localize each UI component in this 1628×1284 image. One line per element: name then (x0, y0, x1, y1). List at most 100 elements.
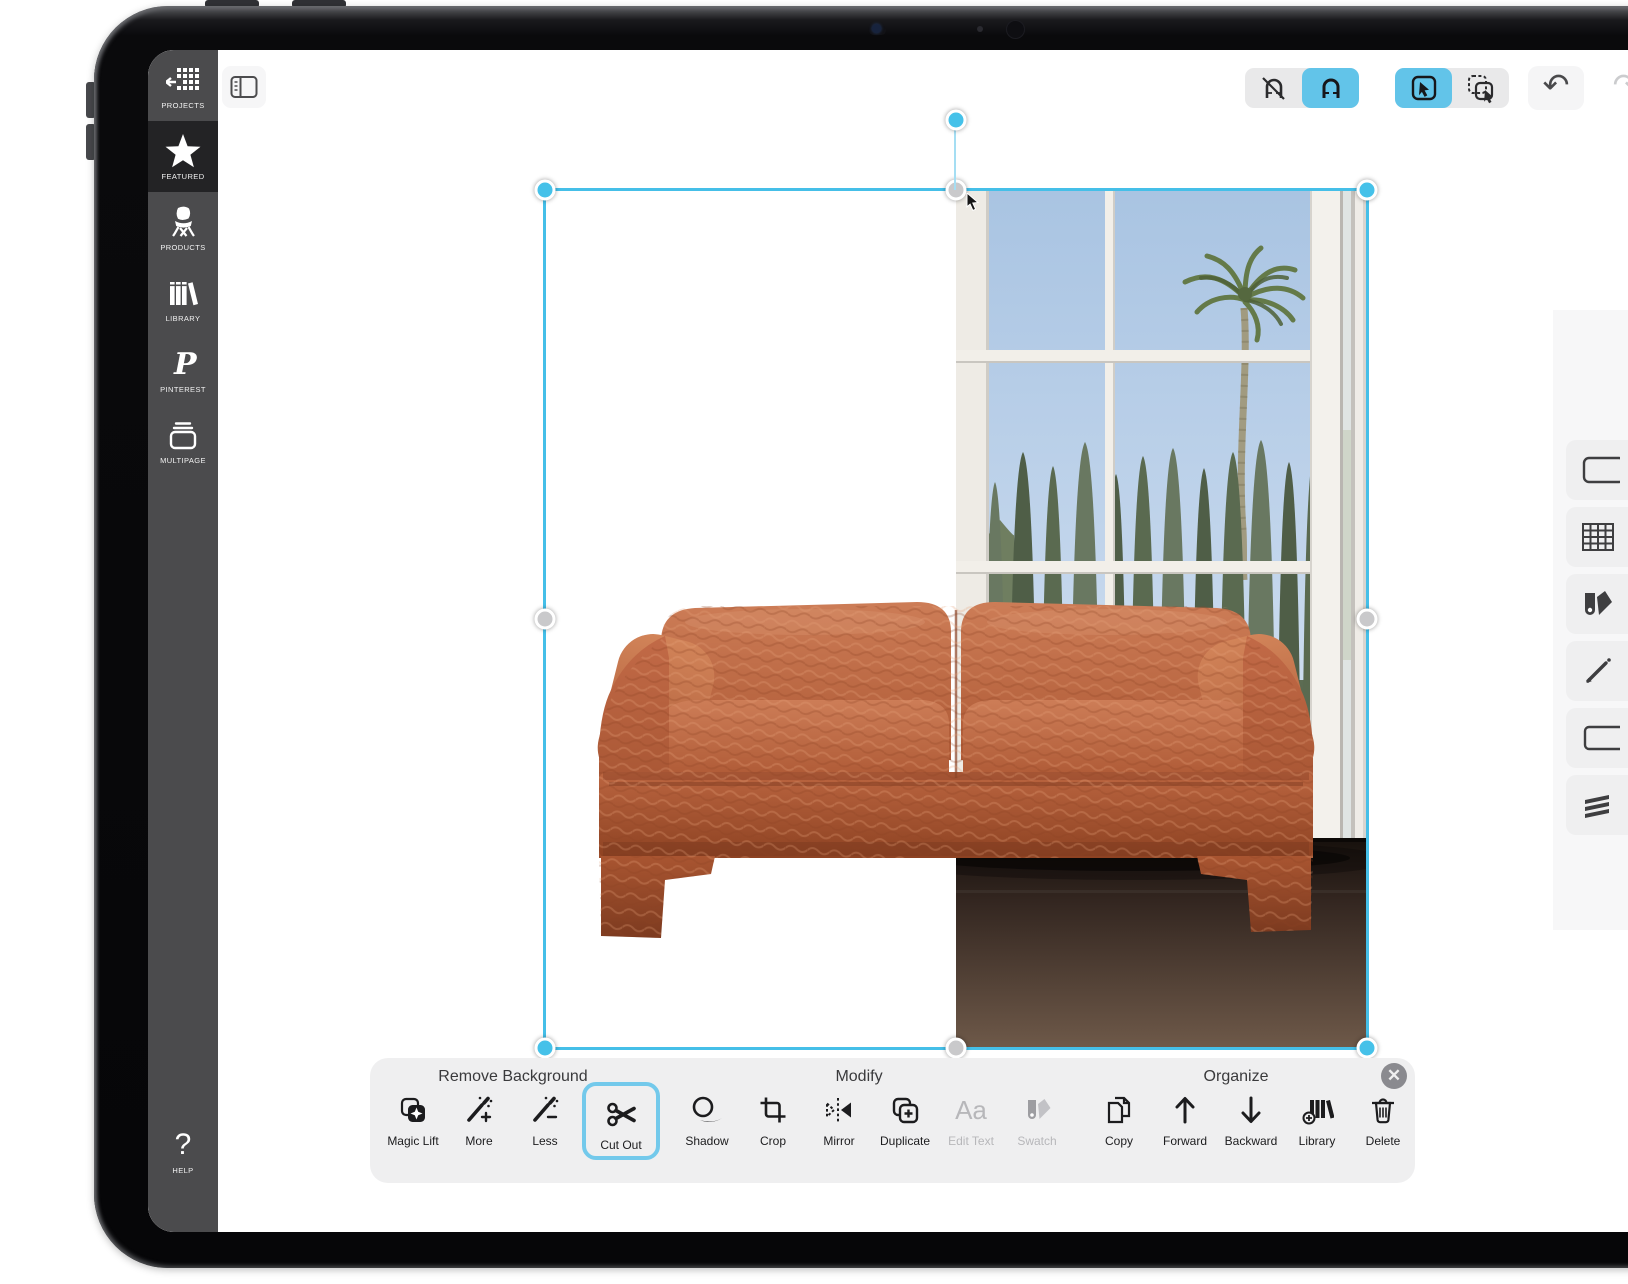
board-canvas[interactable] (148, 50, 1628, 1232)
resize-handle-top-center[interactable] (946, 180, 967, 201)
resize-handle-top-left[interactable] (535, 180, 556, 201)
library-books-icon (165, 274, 201, 312)
sidebar-item-featured[interactable]: FEATURED (148, 121, 218, 192)
frame-tool-button[interactable] (1566, 708, 1628, 768)
less-button[interactable]: Less (512, 1088, 578, 1148)
library-button[interactable]: Library (1284, 1088, 1350, 1148)
screenshot-root: { "colors": { "accent_blue": "#62c4e9", … (0, 0, 1628, 1284)
select-cursor-icon (1409, 73, 1439, 103)
button-label: More (465, 1134, 492, 1148)
close-toolbar-button[interactable]: ✕ (1381, 1063, 1407, 1089)
delete-button[interactable]: Delete (1350, 1088, 1416, 1148)
resize-handle-bottom-left[interactable] (535, 1038, 556, 1059)
backward-button[interactable]: Backward (1218, 1088, 1284, 1148)
button-label: Copy (1105, 1134, 1133, 1148)
multi-select-tool-button[interactable] (1452, 68, 1509, 108)
duplicate-icon (889, 1088, 921, 1132)
copy-icon (1103, 1088, 1135, 1132)
section-label-modify: Modify (835, 1068, 882, 1086)
resize-handle-mid-left[interactable] (535, 609, 556, 630)
more-button[interactable]: More (446, 1088, 512, 1148)
wand-plus-icon (463, 1088, 495, 1132)
edit-text-icon: Aa (955, 1088, 987, 1132)
grid-tool-button[interactable] (1566, 507, 1628, 567)
help-icon: ? (175, 1126, 192, 1164)
scissors-icon (604, 1092, 638, 1136)
sidebar-item-label: PRODUCTS (160, 243, 205, 252)
button-label: Edit Text (948, 1134, 994, 1148)
swatch-icon (1021, 1088, 1053, 1132)
redo-button[interactable]: ↷ (1597, 66, 1628, 110)
magnet-on-button[interactable] (1302, 68, 1359, 108)
sidebar-item-label: FEATURED (161, 172, 204, 181)
products-chair-icon (166, 203, 200, 241)
magnet-on-icon (1316, 73, 1346, 103)
copy-button[interactable]: Copy (1086, 1088, 1152, 1148)
shadow-button[interactable]: Shadow (674, 1088, 740, 1148)
sidebar-item-multipage[interactable]: MULTIPAGE (148, 405, 218, 476)
arrow-down-icon (1236, 1088, 1266, 1132)
undo-button[interactable]: ↶ (1528, 66, 1584, 110)
button-label: Forward (1163, 1134, 1207, 1148)
button-label: Shadow (685, 1134, 728, 1148)
svg-text:P: P (173, 347, 198, 382)
resize-handle-bottom-right[interactable] (1357, 1038, 1378, 1059)
selected-image-frame[interactable] (545, 190, 1367, 1048)
projects-grid-icon (166, 61, 200, 99)
button-label: Delete (1366, 1134, 1401, 1148)
sensor-dot (977, 26, 983, 32)
crop-button[interactable]: Crop (740, 1088, 806, 1148)
rotation-handle-line (954, 120, 956, 190)
button-label: Mirror (823, 1134, 854, 1148)
sidebar-item-projects[interactable]: PROJECTS (148, 50, 218, 121)
resize-handle-bottom-center[interactable] (946, 1038, 967, 1059)
sidebar-item-products[interactable]: PRODUCTS (148, 192, 218, 263)
context-toolbar: Remove Background Modify Organize ✕ Magi… (370, 1058, 1415, 1183)
forward-button[interactable]: Forward (1152, 1088, 1218, 1148)
magic-lift-button[interactable]: Magic Lift (380, 1088, 446, 1148)
grid-icon (1580, 520, 1616, 554)
sidebar-item-help[interactable]: ? HELP (148, 1115, 218, 1186)
button-label: Duplicate (880, 1134, 930, 1148)
button-label: Crop (760, 1134, 786, 1148)
pinterest-icon: P (166, 345, 200, 383)
mirror-button[interactable]: Mirror (806, 1088, 872, 1148)
photo-frame-icon (1580, 453, 1620, 487)
mouse-cursor-icon (966, 193, 982, 213)
shadow-icon (690, 1088, 724, 1132)
pen-tool-button[interactable] (1566, 641, 1628, 701)
button-label: Swatch (1017, 1134, 1056, 1148)
magnet-off-icon (1259, 73, 1289, 103)
resize-handle-mid-right[interactable] (1357, 609, 1378, 630)
select-tool-button[interactable] (1395, 68, 1452, 108)
edit-text-button[interactable]: Aa Edit Text (938, 1088, 1004, 1148)
camera-lens (1006, 20, 1025, 39)
layers-icon (1580, 788, 1616, 822)
swatch-fan-icon (1580, 587, 1616, 621)
library-add-icon (1300, 1088, 1334, 1132)
sidebar-toggle-button[interactable] (222, 66, 266, 108)
button-label: Library (1299, 1134, 1336, 1148)
sidebar-item-pinterest[interactable]: P PINTEREST (148, 334, 218, 405)
select-segment-control (1395, 68, 1509, 108)
button-label: Cut Out (600, 1138, 641, 1152)
sidebar-item-library[interactable]: LIBRARY (148, 263, 218, 334)
sidebar-item-label: PINTEREST (160, 385, 206, 394)
right-tool-panel (1553, 310, 1628, 930)
photo-tool-button[interactable] (1566, 440, 1628, 500)
resize-handle-top-right[interactable] (1357, 180, 1378, 201)
trash-icon (1368, 1088, 1398, 1132)
selection-border (543, 188, 1369, 1050)
snap-segment-control (1245, 68, 1359, 108)
duplicate-button[interactable]: Duplicate (872, 1088, 938, 1148)
swatch-button[interactable]: Swatch (1004, 1088, 1070, 1148)
layers-tool-button[interactable] (1566, 775, 1628, 835)
magnet-off-button[interactable] (1245, 68, 1302, 108)
cut-out-button[interactable]: Cut Out (588, 1092, 654, 1152)
wand-minus-icon (529, 1088, 561, 1132)
swatch-tool-button[interactable] (1566, 574, 1628, 634)
cut-out-selected-ring: Cut Out (582, 1082, 660, 1160)
button-label: Magic Lift (387, 1134, 438, 1148)
button-label: Backward (1225, 1134, 1278, 1148)
rotation-handle[interactable] (946, 110, 967, 131)
